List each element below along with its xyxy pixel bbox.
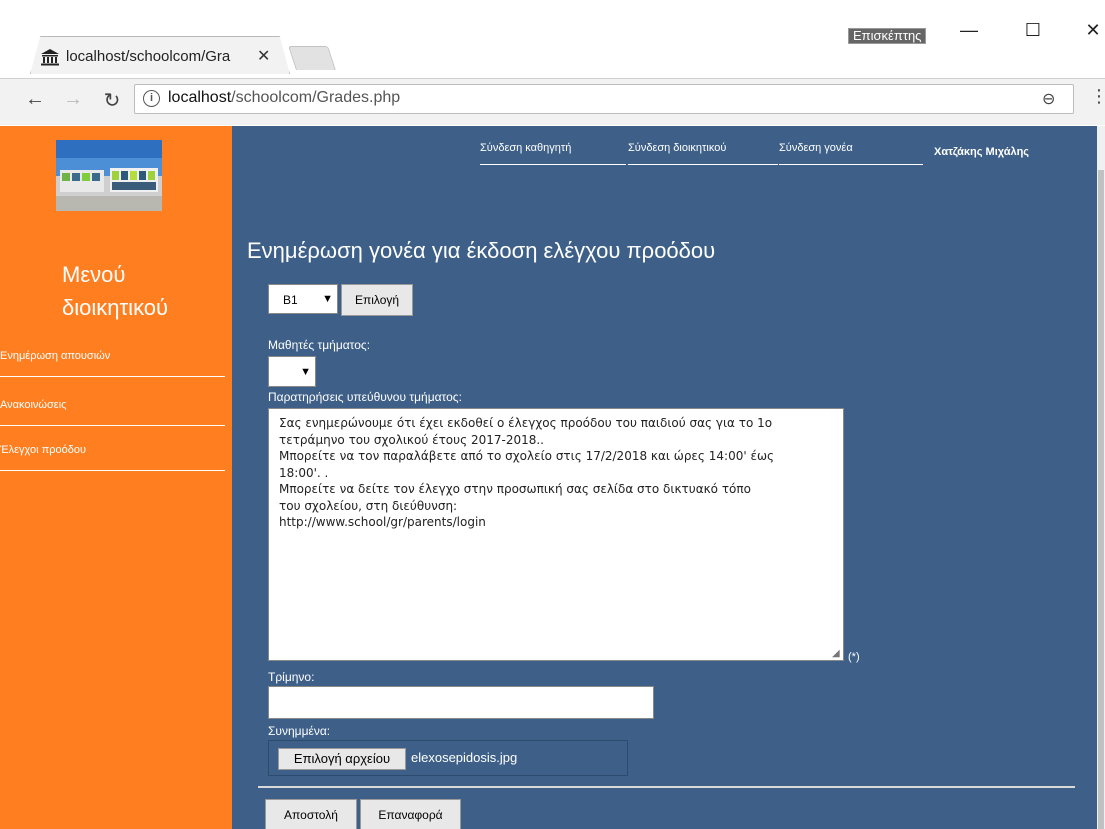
browser-chrome: localhost/schoolcom/Gra ✕ Επισκέπτης — ☐… xyxy=(0,0,1105,125)
arrow-left-icon[interactable]: ← xyxy=(24,88,46,111)
choose-button[interactable]: Επιλογή xyxy=(341,284,413,316)
class-select[interactable]: B1 ▼ xyxy=(268,284,338,314)
window-user-badge[interactable]: Επισκέπτης xyxy=(848,28,927,44)
tab-close-icon[interactable]: ✕ xyxy=(257,46,270,66)
term-input[interactable] xyxy=(268,686,654,719)
students-label: Μαθητές τμήματος: xyxy=(268,338,371,352)
sidebar: Μενού διοικητικού Ενημέρωση απουσιών Ανα… xyxy=(0,126,232,829)
remarks-label: Παρατηρήσεις υπεύθυνου τμήματος: xyxy=(268,390,462,404)
new-tab-button[interactable] xyxy=(288,46,336,70)
maximize-icon[interactable]: ☐ xyxy=(1018,20,1048,41)
sidebar-title: Μενού διοικητικού xyxy=(62,262,169,320)
student-select[interactable]: ▼ xyxy=(268,356,316,387)
sidebar-item-progress-reports[interactable]: Έλεγχοι προόδου xyxy=(0,444,225,471)
sidebar-item-announcements[interactable]: Ανακοινώσεις xyxy=(0,399,225,426)
url-path: /schoolcom/Grades.php xyxy=(231,89,401,106)
choose-file-button[interactable]: Επιλογή αρχείου xyxy=(278,748,406,770)
reload-icon[interactable]: ↻ xyxy=(101,88,123,113)
caret-down-icon: ▼ xyxy=(300,365,311,378)
logged-in-user[interactable]: Χατζάκης Μιχάλης xyxy=(934,146,1029,158)
school-building-image xyxy=(56,140,162,211)
nav-parent-login[interactable]: Σύνδεση γονέα xyxy=(779,142,923,165)
window-close-icon[interactable]: ✕ xyxy=(1078,20,1105,41)
arrow-right-icon[interactable]: → xyxy=(62,88,84,111)
resize-grip-icon[interactable]: ◢ xyxy=(832,648,840,659)
url-host: localhost xyxy=(168,89,232,106)
nav-teacher-login[interactable]: Σύνδεση καθηγητή xyxy=(480,142,626,165)
bank-icon xyxy=(41,49,59,66)
nav-admin-login[interactable]: Σύνδεση διοικητικού xyxy=(628,142,778,165)
sidebar-item-absences[interactable]: Ενημέρωση απουσιών xyxy=(0,350,225,377)
term-label: Τρίμηνο: xyxy=(268,670,315,684)
info-icon[interactable]: i xyxy=(143,90,160,107)
page-content: Μενού διοικητικού Ενημέρωση απουσιών Ανα… xyxy=(0,126,1105,829)
url-text[interactable]: localhost/schoolcom/Grades.php xyxy=(168,89,400,107)
caret-down-icon: ▼ xyxy=(322,293,333,305)
selected-file-name: elexosepidosis.jpg xyxy=(411,750,518,765)
class-select-value: B1 xyxy=(283,293,298,307)
scrollbar-thumb[interactable] xyxy=(1098,170,1104,829)
form-divider xyxy=(258,786,1075,788)
send-button[interactable]: Αποστολή xyxy=(265,799,357,829)
remarks-textarea[interactable]: Σας ενημερώνουμε ότι έχει εκδοθεί ο έλεγ… xyxy=(268,408,844,661)
kebab-menu-icon[interactable]: ⋮ xyxy=(1090,86,1105,107)
page-title: Ενημέρωση γονέα για έκδοση ελέγχου προόδ… xyxy=(247,238,716,263)
required-mark: (*) xyxy=(848,651,860,663)
reset-button[interactable]: Επαναφορά xyxy=(360,799,461,829)
zoom-icon[interactable]: ⊖ xyxy=(1042,89,1055,109)
minimize-icon[interactable]: — xyxy=(954,20,984,41)
tab-title: localhost/schoolcom/Gra xyxy=(66,48,231,65)
attachments-label: Συνημμένα: xyxy=(268,724,331,738)
